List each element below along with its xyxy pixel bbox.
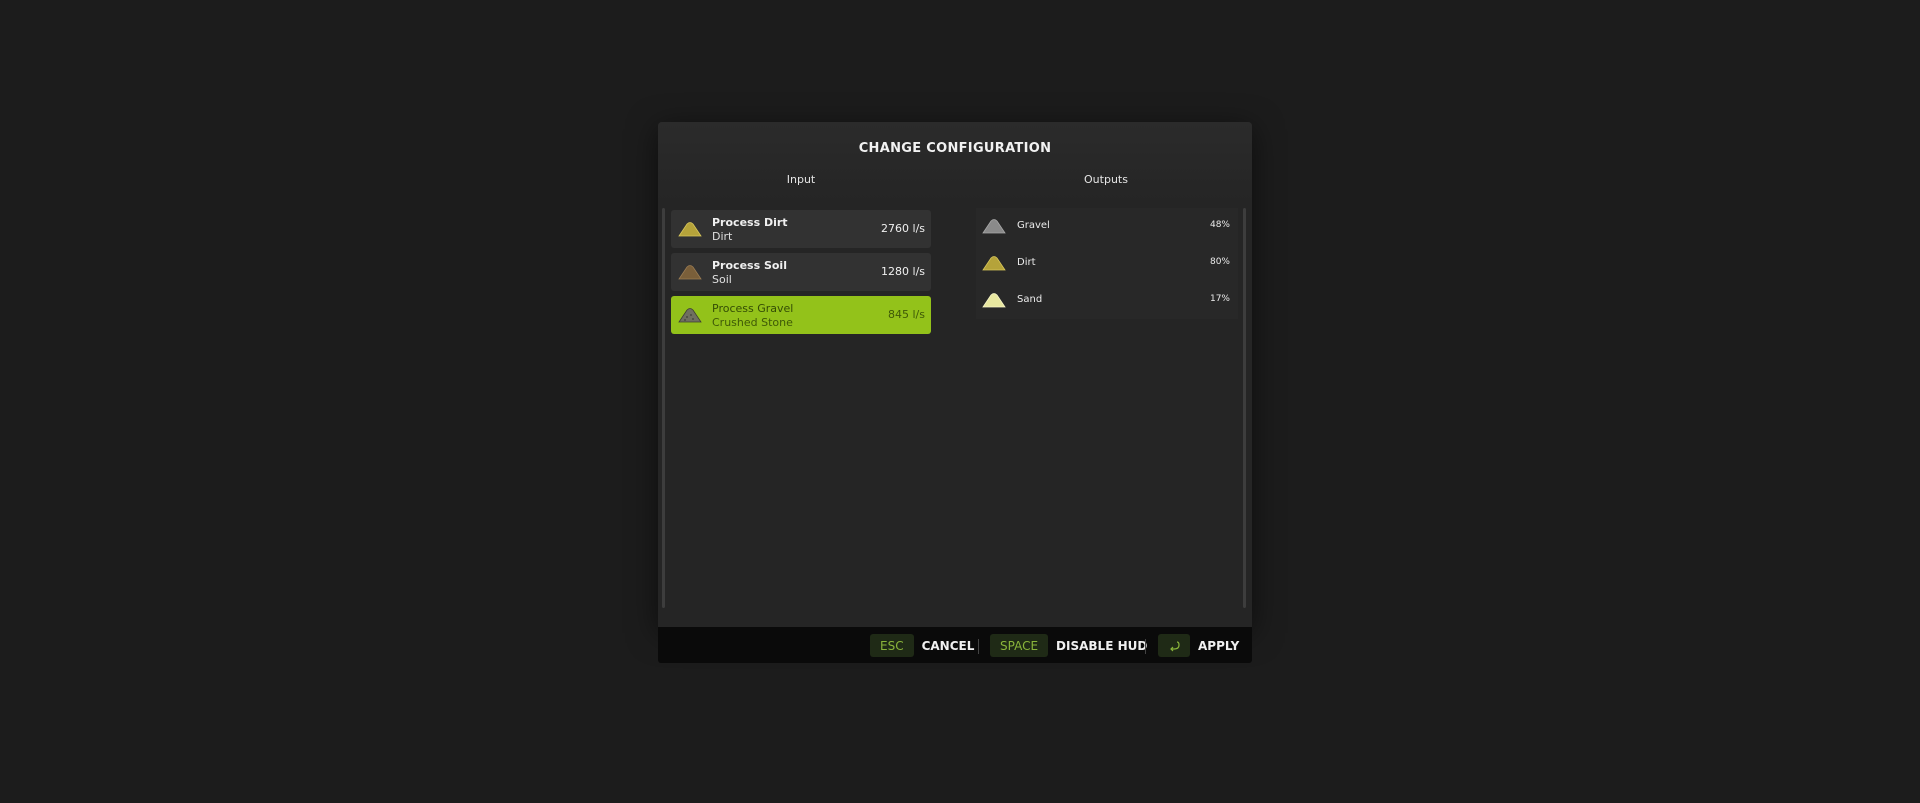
dialog-title: CHANGE CONFIGURATION	[858, 141, 1052, 156]
output-scrollbar[interactable]	[1243, 208, 1246, 608]
gravel-pile-icon	[678, 308, 702, 323]
dirt-pile-icon	[982, 256, 1006, 271]
input-name: Process Soil	[712, 259, 787, 272]
soil-pile-icon	[678, 265, 702, 280]
output-row-sand: Sand 17%	[976, 282, 1238, 319]
input-row-process-dirt[interactable]: Process Dirt Dirt 2760 l/s	[671, 210, 931, 248]
cancel-label: CANCEL	[921, 638, 975, 653]
change-configuration-dialog: CHANGE CONFIGURATION Input Outputs Proce…	[658, 122, 1252, 627]
output-row-gravel: Gravel 48%	[976, 208, 1238, 245]
apply-label: APPLY	[1198, 638, 1240, 653]
output-name: Sand	[1017, 294, 1043, 305]
input-row-process-gravel[interactable]: Process Gravel Crushed Stone 845 l/s	[671, 296, 931, 334]
disable-hud-button[interactable]: SPACE DISABLE HUD	[990, 634, 1148, 657]
input-material: Dirt	[712, 230, 733, 243]
output-percent: 17%	[1209, 294, 1230, 304]
footer-divider	[978, 639, 979, 654]
input-scrollbar[interactable]	[662, 208, 665, 608]
esc-key-hint: ESC	[870, 634, 914, 657]
input-list: Process Dirt Dirt 2760 l/s Process Soil …	[671, 210, 931, 339]
dialog-header	[658, 122, 1252, 202]
sand-pile-icon	[982, 293, 1006, 308]
gravel-pile-icon	[982, 219, 1006, 234]
output-row-dirt: Dirt 80%	[976, 245, 1238, 282]
input-material: Crushed Stone	[712, 316, 793, 329]
input-rate: 2760 l/s	[881, 222, 925, 235]
output-percent: 80%	[1209, 257, 1230, 267]
space-key-hint: SPACE	[990, 634, 1049, 657]
output-percent: 48%	[1209, 220, 1230, 230]
output-list: Gravel 48% Dirt 80% Sand 17%	[976, 208, 1238, 319]
input-material: Soil	[712, 273, 732, 286]
input-rate: 1280 l/s	[881, 265, 925, 278]
input-column-header: Input	[786, 173, 816, 186]
input-name: Process Gravel	[712, 302, 794, 315]
dirt-pile-icon	[678, 222, 702, 237]
output-name: Gravel	[1017, 220, 1050, 231]
cancel-button[interactable]: ESC CANCEL	[870, 634, 975, 657]
input-rate: 845 l/s	[888, 308, 925, 321]
output-name: Dirt	[1017, 257, 1036, 268]
footer-divider	[1145, 639, 1146, 654]
disable-hud-label: DISABLE HUD	[1056, 638, 1148, 653]
enter-key-icon	[1158, 634, 1190, 657]
outputs-column-header: Outputs	[1084, 173, 1128, 186]
action-bar: ESC CANCEL SPACE DISABLE HUD APPLY	[658, 627, 1252, 663]
input-name: Process Dirt	[712, 216, 788, 229]
apply-button[interactable]: APPLY	[1158, 634, 1240, 657]
input-row-process-soil[interactable]: Process Soil Soil 1280 l/s	[671, 253, 931, 291]
